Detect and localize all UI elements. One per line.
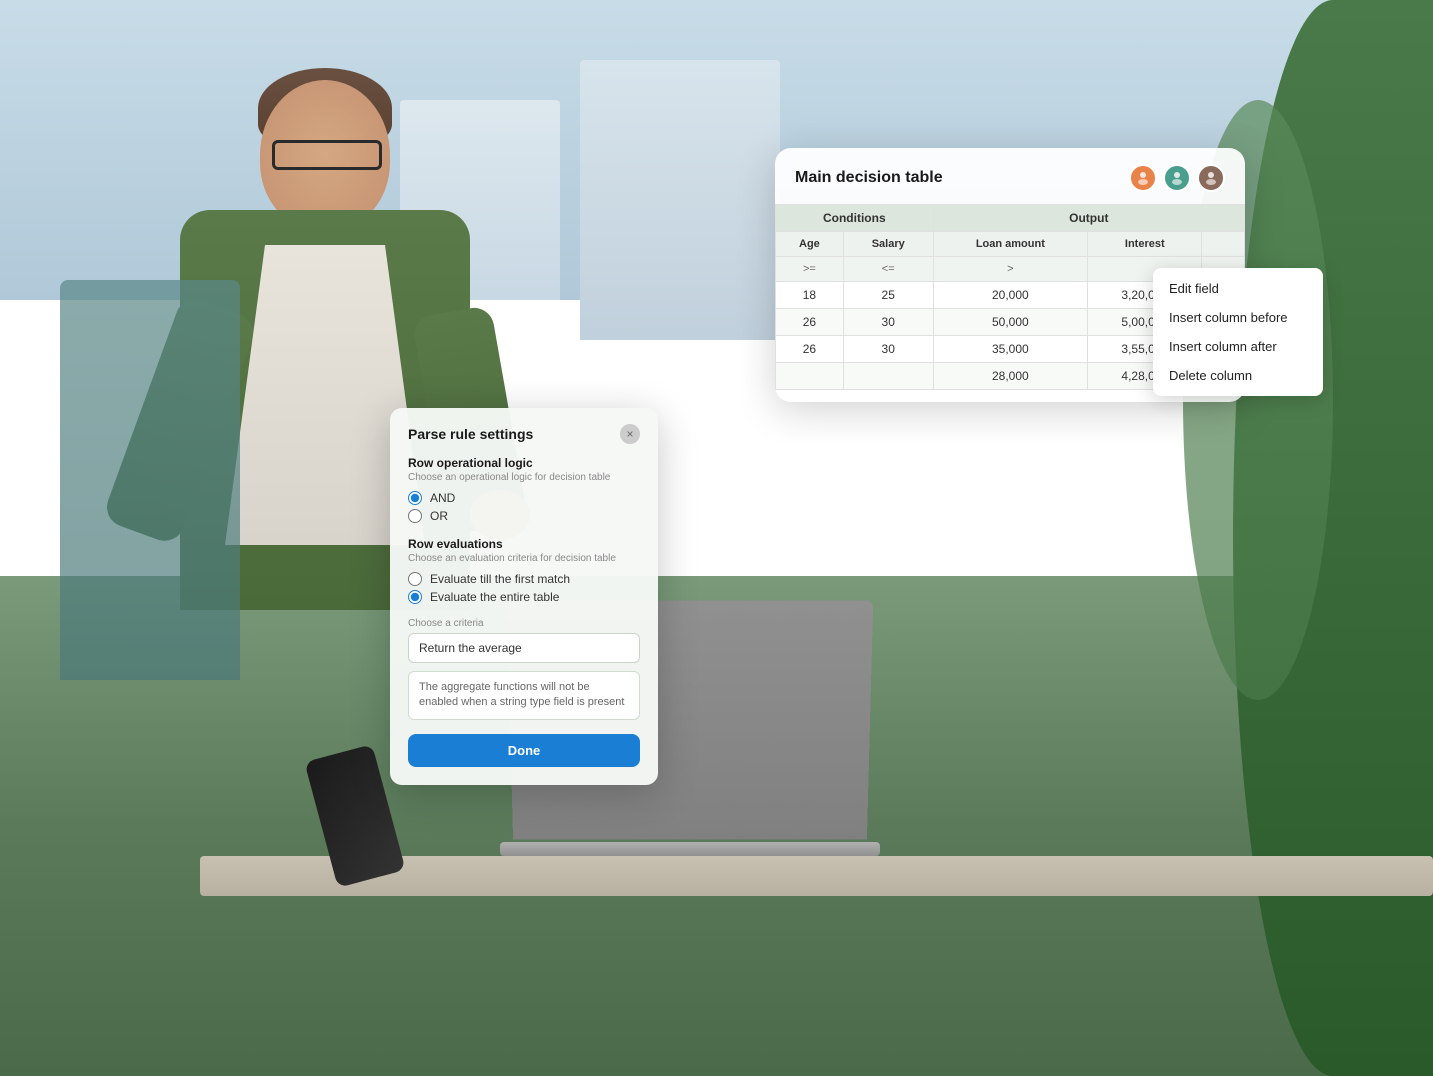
cell[interactable]	[776, 363, 844, 390]
context-menu: Edit field Insert column before Insert c…	[1153, 268, 1323, 396]
cell[interactable]: 28,000	[933, 363, 1087, 390]
dialog-header: Parse rule settings ×	[408, 424, 640, 444]
radio-or-label: OR	[430, 509, 448, 523]
cell[interactable]: 30	[843, 309, 933, 336]
cell[interactable]: 26	[776, 309, 844, 336]
context-menu-insert-after[interactable]: Insert column after	[1153, 332, 1323, 361]
done-button[interactable]: Done	[408, 734, 640, 767]
op-salary: <=	[843, 257, 933, 282]
card-title: Main decision table	[795, 169, 943, 187]
cell[interactable]: 30	[843, 336, 933, 363]
radio-first-match-label: Evaluate till the first match	[430, 572, 570, 586]
radio-or-input[interactable]	[408, 509, 422, 523]
op-age: >=	[776, 257, 844, 282]
col-loan-amount[interactable]: Loan amount	[933, 232, 1087, 257]
evaluation-radio-group: Evaluate till the first match Evaluate t…	[408, 572, 640, 604]
cell[interactable]: 20,000	[933, 282, 1087, 309]
cell[interactable]	[843, 363, 933, 390]
avatar-1[interactable]	[1129, 164, 1157, 192]
col-salary[interactable]: Salary	[843, 232, 933, 257]
radio-or-item[interactable]: OR	[408, 509, 640, 523]
context-menu-delete-column[interactable]: Delete column	[1153, 361, 1323, 390]
row-operational-logic-title: Row operational logic	[408, 456, 640, 470]
radio-first-match-item[interactable]: Evaluate till the first match	[408, 572, 640, 586]
operational-logic-radio-group: AND OR	[408, 491, 640, 523]
row-operational-logic-subtitle: Choose an operational logic for decision…	[408, 472, 640, 483]
avatar-3[interactable]	[1197, 164, 1225, 192]
header-output: Output	[933, 205, 1244, 232]
radio-entire-table-label: Evaluate the entire table	[430, 590, 559, 604]
radio-first-match-input[interactable]	[408, 572, 422, 586]
radio-entire-table-input[interactable]	[408, 590, 422, 604]
criteria-label: Choose a criteria	[408, 618, 640, 629]
header-conditions: Conditions	[776, 205, 934, 232]
dialog-title: Parse rule settings	[408, 426, 533, 442]
cell[interactable]: 35,000	[933, 336, 1087, 363]
chair-back	[60, 280, 240, 680]
cell[interactable]: 18	[776, 282, 844, 309]
col-age[interactable]: Age	[776, 232, 844, 257]
row-evaluations-subtitle: Choose an evaluation criteria for decisi…	[408, 553, 640, 564]
laptop-base	[500, 842, 880, 856]
avatar-2[interactable]	[1163, 164, 1191, 192]
radio-and-label: AND	[430, 491, 455, 505]
parse-rule-dialog: Parse rule settings × Row operational lo…	[390, 408, 658, 785]
card-avatars	[1129, 164, 1225, 192]
background-building-1	[580, 60, 780, 340]
op-loan: >	[933, 257, 1087, 282]
context-menu-edit-field[interactable]: Edit field	[1153, 274, 1323, 303]
radio-and-input[interactable]	[408, 491, 422, 505]
person-glasses	[272, 140, 382, 170]
radio-entire-table-item[interactable]: Evaluate the entire table	[408, 590, 640, 604]
criteria-input[interactable]	[408, 633, 640, 663]
row-evaluations-title: Row evaluations	[408, 537, 640, 551]
radio-and-item[interactable]: AND	[408, 491, 640, 505]
info-box: The aggregate functions will not be enab…	[408, 671, 640, 720]
col-extra	[1202, 232, 1245, 257]
card-header: Main decision table	[775, 148, 1245, 204]
cell[interactable]: 25	[843, 282, 933, 309]
dialog-close-button[interactable]: ×	[620, 424, 640, 444]
cell[interactable]: 26	[776, 336, 844, 363]
cell[interactable]: 50,000	[933, 309, 1087, 336]
col-interest[interactable]: Interest	[1088, 232, 1202, 257]
context-menu-insert-before[interactable]: Insert column before	[1153, 303, 1323, 332]
